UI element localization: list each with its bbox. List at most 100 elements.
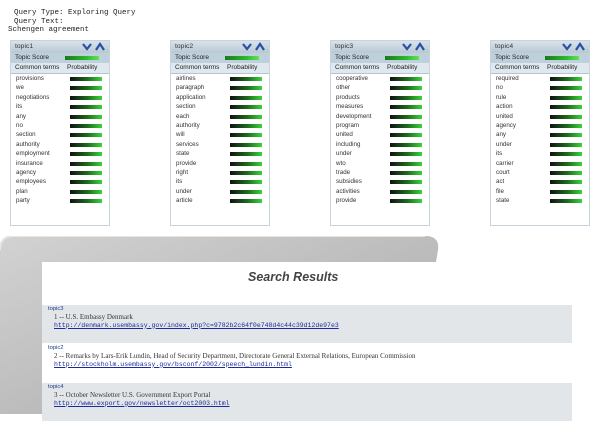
term-label: provide: [176, 159, 197, 167]
topic-score-bar: [545, 56, 579, 60]
topic-score-bar: [225, 56, 259, 60]
common-terms-header: Common terms: [175, 64, 220, 71]
probability-bar: [550, 180, 582, 185]
probability-bar: [70, 105, 102, 110]
term-label: activities: [336, 187, 360, 195]
term-row: provide: [171, 159, 269, 168]
probability-bar: [230, 170, 262, 175]
probability-bar: [390, 142, 422, 147]
term-row: its: [491, 149, 589, 158]
term-row: no: [491, 83, 589, 92]
term-label: subsidies: [336, 178, 362, 186]
topic-score-row: Topic Score: [331, 53, 429, 63]
term-row: article: [171, 196, 269, 205]
probability-bar: [230, 105, 262, 110]
probability-bar: [390, 189, 422, 194]
topic-score-row: Topic Score: [11, 53, 109, 63]
term-row: provide: [331, 196, 429, 205]
terms-header: Common terms Probability: [171, 63, 269, 74]
common-terms-header: Common terms: [15, 64, 60, 71]
expand-up-icon[interactable]: [94, 42, 106, 52]
term-label: state: [176, 150, 190, 158]
term-label: products: [336, 93, 360, 101]
term-label: cooperative: [336, 75, 368, 82]
panel-title: topic3: [331, 41, 429, 53]
term-row: under: [171, 187, 269, 196]
probability-bar: [550, 133, 582, 138]
probability-bar: [390, 86, 422, 91]
term-row: authority: [171, 121, 269, 130]
result-link[interactable]: http://stockholm.usembassy.gov/bsconf/20…: [42, 361, 572, 370]
term-row: employment: [11, 149, 109, 158]
panel-title: topic2: [171, 41, 269, 53]
term-row: section: [11, 130, 109, 139]
term-label: services: [176, 140, 199, 148]
term-label: its: [176, 178, 183, 186]
term-label: program: [336, 121, 360, 129]
term-row: right: [171, 168, 269, 177]
search-results-title: Search Results: [248, 270, 339, 284]
topic-score-bar: [385, 56, 419, 60]
probability-bar: [550, 199, 582, 204]
term-row: under: [331, 149, 429, 158]
term-label: authority: [16, 140, 40, 148]
topic-score-label: Topic Score: [495, 54, 529, 61]
term-row: no: [11, 121, 109, 130]
term-label: no: [496, 84, 503, 92]
result-link[interactable]: http://www.export.gov/newsletter/oct2003…: [42, 400, 572, 409]
term-label: united: [496, 112, 513, 120]
probability-bar: [390, 152, 422, 157]
probability-header: Probability: [227, 64, 258, 71]
term-label: under: [336, 150, 352, 158]
term-label: including: [336, 140, 361, 148]
expand-up-icon[interactable]: [254, 42, 266, 52]
collapse-down-icon[interactable]: [401, 42, 413, 52]
collapse-down-icon[interactable]: [241, 42, 253, 52]
topic-score-label: Topic Score: [175, 54, 209, 61]
term-label: employment: [16, 150, 50, 158]
term-label: its: [496, 150, 503, 158]
panel-title: topic1: [11, 41, 109, 53]
expand-up-icon[interactable]: [414, 42, 426, 52]
probability-bar: [230, 142, 262, 147]
probability-bar: [550, 152, 582, 157]
probability-bar: [390, 161, 422, 166]
topic-panel: topic1 Topic Score Common terms Probability…: [10, 40, 110, 226]
probability-bar: [390, 123, 422, 128]
result-topic: topic3: [48, 306, 64, 312]
probability-bar: [70, 161, 102, 166]
term-label: required: [496, 75, 519, 82]
search-result: topic4 3 -- October Newsletter U.S. Gover…: [42, 383, 572, 421]
probability-bar: [230, 86, 262, 91]
term-row: authority: [11, 140, 109, 149]
topic-score-row: Topic Score: [171, 53, 269, 63]
term-label: paragraph: [176, 84, 205, 92]
topic-score-label: Topic Score: [335, 54, 369, 61]
probability-bar: [230, 77, 262, 81]
probability-bar: [550, 86, 582, 91]
term-row: act: [491, 177, 589, 186]
collapse-down-icon[interactable]: [561, 42, 573, 52]
probability-bar: [230, 161, 262, 166]
expand-up-icon[interactable]: [574, 42, 586, 52]
term-label: development: [336, 112, 372, 120]
panel-title-label: topic3: [335, 43, 354, 50]
collapse-down-icon[interactable]: [81, 42, 93, 52]
probability-bar: [70, 95, 102, 100]
probability-bar: [70, 86, 102, 91]
term-row: agency: [491, 121, 589, 130]
term-row: airlines: [171, 74, 269, 83]
term-label: authority: [176, 121, 200, 129]
term-label: rule: [496, 93, 507, 101]
term-label: action: [496, 103, 513, 111]
probability-bar: [230, 199, 262, 204]
result-link[interactable]: http://denmark.usembassy.gov/index.php?c…: [42, 322, 572, 331]
probability-bar: [390, 170, 422, 175]
panel-title-label: topic4: [495, 43, 514, 50]
term-label: plan: [16, 187, 28, 195]
probability-bar: [230, 133, 262, 138]
result-title: 3 -- October Newsletter U.S. Government …: [54, 391, 211, 399]
topic-panel: topic2 Topic Score Common terms Probability…: [170, 40, 270, 226]
probability-bar: [550, 77, 582, 81]
term-row: provisions: [11, 74, 109, 83]
